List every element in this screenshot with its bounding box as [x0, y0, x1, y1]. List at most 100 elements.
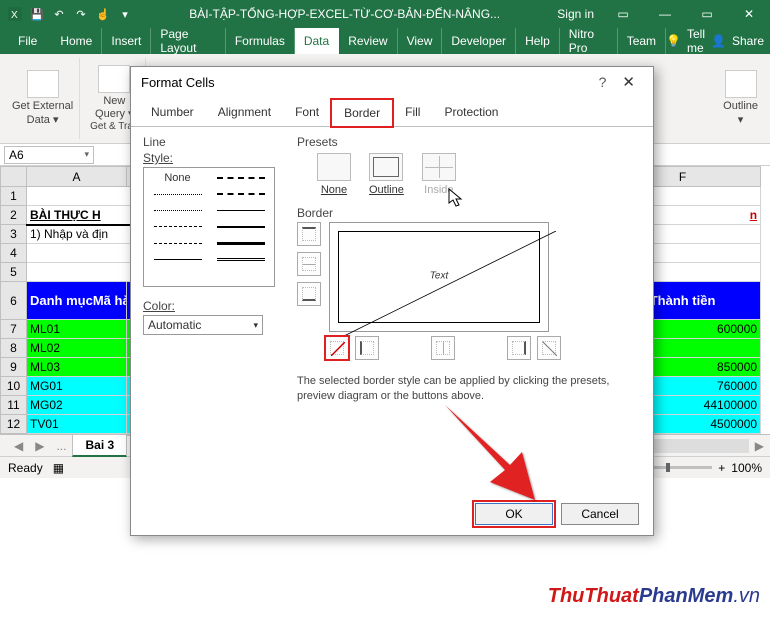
ribbon-display-icon[interactable]: ▭	[602, 0, 644, 28]
row-head[interactable]: 3	[1, 225, 27, 244]
close-button[interactable]: ✕	[728, 0, 770, 28]
tab-view[interactable]: View	[398, 28, 443, 54]
preset-none[interactable]: None	[317, 153, 351, 196]
cell[interactable]: ML02	[27, 339, 127, 358]
style-option[interactable]	[146, 219, 209, 235]
tab-insert[interactable]: Insert	[102, 28, 151, 54]
watermark-c: .vn	[733, 585, 760, 607]
help-icon[interactable]: ?	[591, 74, 615, 90]
row-head[interactable]: 9	[1, 358, 27, 377]
row-head[interactable]: 2	[1, 206, 27, 225]
share-button[interactable]: Share	[732, 34, 764, 48]
row-head[interactable]: 10	[1, 377, 27, 396]
presets-label: Presets	[297, 135, 641, 149]
close-icon[interactable]: ✕	[614, 73, 643, 91]
border-diag-down-button[interactable]	[537, 336, 561, 360]
name-box[interactable]: A6 ▾	[4, 146, 94, 164]
outline-icon	[725, 70, 757, 98]
border-left-button[interactable]	[355, 336, 379, 360]
dlg-tab-number[interactable]: Number	[139, 99, 206, 126]
cell[interactable]: ML01	[27, 320, 127, 339]
zoom-value[interactable]: 100%	[731, 461, 762, 475]
style-option[interactable]	[146, 235, 209, 251]
tab-data[interactable]: Data	[295, 28, 339, 54]
style-option[interactable]	[209, 235, 272, 251]
status-ready: Ready	[8, 461, 43, 475]
style-none[interactable]: None	[146, 170, 209, 186]
tab-help[interactable]: Help	[516, 28, 560, 54]
cell[interactable]: TV01	[27, 415, 127, 434]
style-option[interactable]	[209, 203, 272, 219]
ok-button[interactable]: OK	[475, 503, 553, 525]
zoom-in-icon[interactable]: +	[718, 461, 725, 475]
tab-developer[interactable]: Developer	[442, 28, 516, 54]
dlg-tab-border[interactable]: Border	[331, 99, 393, 127]
touch-icon[interactable]: ☝	[94, 5, 112, 23]
tab-team[interactable]: Team	[618, 28, 666, 54]
style-option[interactable]	[146, 186, 209, 202]
chevron-down-icon[interactable]: ▾	[84, 149, 89, 160]
cell[interactable]: n	[750, 208, 757, 222]
sheet-nav-prev-icon[interactable]: ◀	[8, 439, 29, 453]
tell-me[interactable]: Tell me	[687, 27, 705, 55]
tab-formulas[interactable]: Formulas	[226, 28, 295, 54]
border-right-button[interactable]	[507, 336, 531, 360]
style-option[interactable]	[209, 219, 272, 235]
border-bottom-button[interactable]	[297, 282, 321, 306]
tab-page-layout[interactable]: Page Layout	[151, 28, 225, 54]
row-head[interactable]: 4	[1, 244, 27, 263]
row-head[interactable]: 5	[1, 263, 27, 282]
style-option[interactable]	[209, 186, 272, 202]
col-head-a[interactable]: A	[27, 167, 127, 187]
undo-icon[interactable]: ↶	[50, 5, 68, 23]
sheet-nav-next-icon[interactable]: ▶	[29, 439, 50, 453]
qat-dropdown-icon[interactable]: ▾	[116, 5, 134, 23]
color-dropdown[interactable]: Automatic ▾	[143, 315, 263, 335]
border-top-button[interactable]	[297, 222, 321, 246]
dlg-tab-alignment[interactable]: Alignment	[206, 99, 283, 126]
line-style-list[interactable]: None	[143, 167, 275, 287]
tab-file[interactable]: File	[4, 28, 51, 54]
row-head[interactable]: 1	[1, 187, 27, 206]
style-option[interactable]	[209, 251, 272, 267]
group-outline[interactable]: Outline ▾	[717, 58, 764, 139]
style-option[interactable]	[146, 203, 209, 219]
dlg-tab-protection[interactable]: Protection	[432, 99, 510, 126]
sheet-nav-ellipsis[interactable]: ...	[50, 439, 72, 453]
row-head[interactable]: 7	[1, 320, 27, 339]
cell[interactable]: MG01	[27, 377, 127, 396]
group-get-external-data[interactable]: Get External Data ▾	[6, 58, 80, 139]
select-all[interactable]	[1, 167, 27, 187]
line-section-label: Line	[143, 135, 283, 149]
border-mid-v-button[interactable]	[431, 336, 455, 360]
color-value: Automatic	[148, 318, 201, 332]
sign-in-link[interactable]: Sign in	[549, 7, 602, 21]
border-diag-up-button[interactable]	[325, 336, 349, 360]
style-option[interactable]	[146, 251, 209, 267]
macro-record-icon[interactable]: ▦	[53, 461, 64, 475]
tab-nitro-pro[interactable]: Nitro Pro	[560, 28, 618, 54]
maximize-button[interactable]: ▭	[686, 0, 728, 28]
cell[interactable]: MG02	[27, 396, 127, 415]
row-head[interactable]: 6	[1, 282, 27, 320]
style-option[interactable]	[209, 170, 272, 186]
row-head[interactable]: 12	[1, 415, 27, 434]
row-head[interactable]: 8	[1, 339, 27, 358]
sheet-tab-bai3[interactable]: Bai 3	[72, 434, 127, 457]
dlg-tab-fill[interactable]: Fill	[393, 99, 432, 126]
minimize-button[interactable]: —	[644, 0, 686, 28]
cancel-button[interactable]: Cancel	[561, 503, 639, 525]
border-preview[interactable]: Text	[329, 222, 549, 332]
save-icon[interactable]: 💾	[28, 5, 46, 23]
dlg-tab-font[interactable]: Font	[283, 99, 331, 126]
redo-icon[interactable]: ↷	[72, 5, 90, 23]
row-head[interactable]: 11	[1, 396, 27, 415]
preset-outline[interactable]: Outline	[369, 153, 404, 196]
tab-home[interactable]: Home	[51, 28, 102, 54]
border-mid-h-button[interactable]	[297, 252, 321, 276]
table-header[interactable]: Danh mụcMã hàng	[27, 282, 127, 320]
cell[interactable]: ML03	[27, 358, 127, 377]
tab-review[interactable]: Review	[339, 28, 397, 54]
dialog-title-bar[interactable]: Format Cells ? ✕	[131, 67, 653, 97]
hscroll-right-icon[interactable]: ▶	[749, 439, 770, 453]
